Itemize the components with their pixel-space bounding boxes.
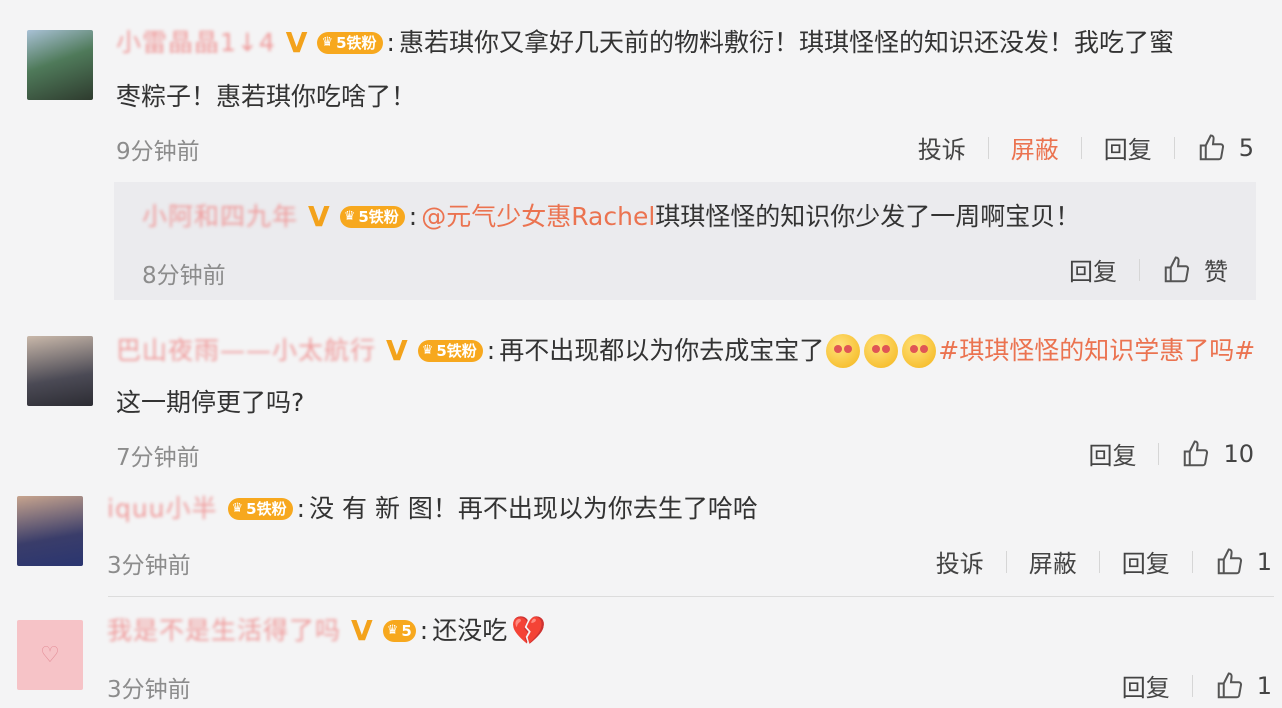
avatar-placeholder-icon: ♡	[40, 642, 60, 668]
comment-text-continued: 这一期停更了吗?	[116, 388, 305, 417]
fan-label: 铁粉	[346, 34, 377, 52]
block-button[interactable]: 屏蔽	[1011, 130, 1059, 165]
username[interactable]: 我是不是生活得了吗	[107, 616, 341, 646]
fan-label: 铁粉	[256, 500, 287, 518]
fan-level: 5	[436, 342, 447, 360]
fan-crown-icon: ♛	[343, 209, 356, 224]
verified-v-icon: V	[285, 26, 308, 59]
username[interactable]: 小雷晶晶1↓4	[116, 28, 276, 58]
timestamp: 3分钟前	[107, 677, 191, 703]
like-label: 赞	[1204, 258, 1228, 286]
thumbs-up-icon	[1164, 255, 1190, 282]
like-button[interactable]: 10	[1181, 439, 1254, 469]
timestamp: 8分钟前	[142, 263, 226, 289]
timestamp: 9分钟前	[116, 139, 200, 165]
fan-badge[interactable]: ♛ 5	[382, 620, 416, 642]
comment-text: 再不出现都以为你去成宝宝了	[499, 336, 825, 365]
comment-text: 没 有 新 图！再不出现以为你去生了哈哈	[309, 494, 758, 523]
fan-crown-icon: ♛	[321, 35, 334, 50]
emoji-icon	[826, 334, 861, 368]
like-button[interactable]: 1	[1215, 547, 1272, 577]
avatar[interactable]	[27, 30, 93, 100]
fan-crown-icon: ♛	[421, 343, 434, 358]
fan-crown-icon: ♛	[386, 623, 399, 638]
like-count: 1	[1256, 547, 1272, 576]
reply-button[interactable]: 回复	[1122, 668, 1170, 703]
fan-badge[interactable]: ♛ 5 铁粉	[339, 206, 405, 228]
block-button[interactable]: 屏蔽	[1029, 544, 1077, 579]
reply-thread: 小阿和四九年 V ♛ 5 铁粉 : @元气少女惠Rachel 琪琪怪怪的知识你少发了…	[114, 182, 1256, 300]
reply-button[interactable]: 回复	[1088, 436, 1136, 471]
emoji-icon	[864, 334, 899, 368]
username[interactable]: 小阿和四九年	[142, 202, 298, 232]
avatar[interactable]	[27, 336, 93, 406]
like-count: 10	[1223, 439, 1254, 468]
reply-button[interactable]: 回复	[1122, 544, 1170, 579]
fan-badge[interactable]: ♛ 5 铁粉	[317, 32, 383, 54]
fan-level: 5	[401, 622, 412, 640]
thumbs-up-icon	[1199, 133, 1224, 160]
timestamp: 3分钟前	[107, 553, 191, 579]
reply-button[interactable]: 回复	[1069, 252, 1117, 287]
thumbs-up-icon	[1217, 671, 1242, 698]
heart-broken-icon: 💔	[511, 614, 547, 647]
verified-v-icon: V	[308, 200, 330, 233]
fan-badge[interactable]: ♛ 5 铁粉	[417, 340, 483, 362]
comment-text: 惠若琪你又拿好几天前的物料敷衍！琪琪怪怪的知识还没发！我吃了蜜	[398, 28, 1174, 57]
thumbs-up-icon	[1217, 547, 1242, 574]
like-count: 1	[1256, 671, 1272, 700]
username[interactable]: 巴山夜雨——小太航行	[116, 336, 376, 366]
fan-crown-icon: ♛	[231, 501, 244, 516]
hashtag-link[interactable]: #琪琪怪怪的知识学惠了吗#	[938, 336, 1255, 366]
comment-text: 还没吃	[432, 616, 508, 645]
thumbs-up-icon	[1184, 439, 1209, 466]
like-button[interactable]: 赞	[1162, 252, 1228, 287]
fan-label: 铁粉	[368, 208, 399, 226]
verified-v-icon: V	[386, 334, 408, 367]
mention-link[interactable]: @元气少女惠Rachel	[421, 202, 655, 232]
fan-level: 5	[336, 34, 347, 52]
fan-label: 铁粉	[446, 342, 477, 360]
fan-level: 5	[246, 500, 257, 518]
avatar[interactable]: ♡	[17, 620, 83, 690]
like-button[interactable]: 1	[1215, 671, 1272, 701]
report-button[interactable]: 投诉	[936, 544, 984, 579]
comment-text-continued: 枣粽子！惠若琪你吃啥了！	[116, 82, 417, 111]
fan-badge[interactable]: ♛ 5 铁粉	[227, 498, 293, 520]
divider	[108, 596, 1274, 597]
avatar[interactable]	[17, 496, 83, 566]
reply-button[interactable]: 回复	[1104, 130, 1152, 165]
timestamp: 7分钟前	[116, 445, 200, 471]
fan-level: 5	[358, 208, 369, 226]
like-button[interactable]: 5	[1197, 133, 1254, 163]
verified-v-icon: V	[351, 614, 373, 647]
emoji-icon	[902, 334, 937, 368]
like-count: 5	[1238, 133, 1254, 162]
report-button[interactable]: 投诉	[918, 130, 966, 165]
comment-text: 琪琪怪怪的知识你少发了一周啊宝贝！	[655, 202, 1081, 231]
username[interactable]: iquu小半	[107, 494, 218, 524]
